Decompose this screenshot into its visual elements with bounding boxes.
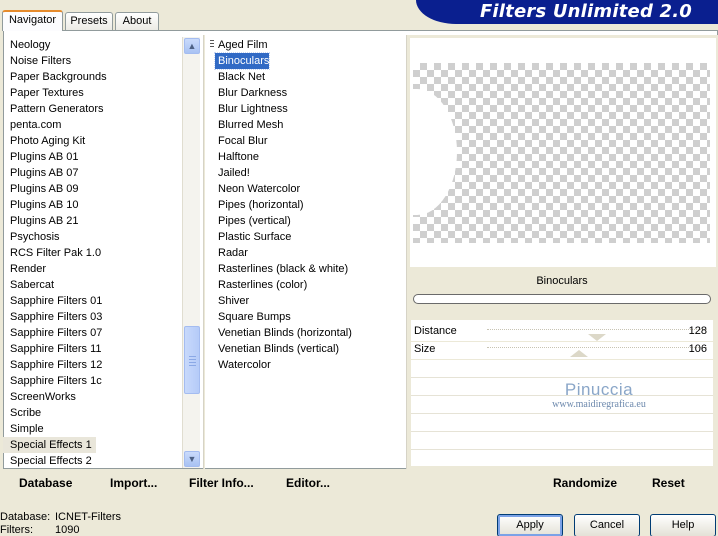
category-list-item[interactable]: Special Effects 1 [3, 437, 96, 453]
watermark-url: www.maidiregrafica.eu [552, 399, 646, 410]
filter-list-item[interactable]: Blur Darkness [215, 85, 287, 101]
category-list-item[interactable]: Pattern Generators [3, 101, 104, 117]
filter-list-item[interactable]: Blurred Mesh [215, 117, 283, 133]
filter-list-item[interactable]: Pipes (horizontal) [215, 197, 304, 213]
category-list[interactable]: Neology Noise Filters Paper Backgrounds Pap… [3, 36, 183, 468]
category-list-item[interactable]: Sapphire Filters 03 [3, 309, 102, 325]
filter-list-item[interactable]: Rasterlines (color) [215, 277, 307, 293]
title-banner: Filters Unlimited 2.0 [416, 0, 718, 24]
parameter-value: 128 [688, 325, 707, 337]
filters-count-label: Filters: [0, 524, 33, 536]
tab-presets[interactable]: Presets [65, 12, 113, 30]
parameter-label: Size [414, 343, 436, 355]
binocular-mask-shape [413, 89, 457, 215]
parameter-value: 106 [688, 343, 707, 355]
filters-count-value: 1090 [55, 524, 80, 536]
category-list-item[interactable]: Psychosis [3, 229, 96, 245]
category-list-item[interactable]: Plugins AB 07 [3, 165, 96, 181]
database-status-label: Database: [0, 511, 51, 523]
filter-list-item[interactable]: Jailed! [215, 165, 250, 181]
reset-button[interactable]: Reset [652, 475, 685, 491]
filter-list-item[interactable]: Radar [215, 245, 248, 261]
scroll-up-button[interactable]: ▲ [184, 38, 200, 54]
randomize-button[interactable]: Randomize [553, 475, 617, 491]
category-list-item[interactable]: Plugins AB 09 [3, 181, 96, 197]
app-title: Filters Unlimited 2.0 [479, 1, 692, 22]
filter-list-item[interactable]: Neon Watercolor [215, 181, 300, 197]
category-list-item[interactable]: Sapphire Filters 12 [3, 357, 102, 373]
category-list-item[interactable]: Noise Filters [3, 53, 96, 69]
filter-list-item[interactable]: Shiver [215, 293, 249, 309]
panel-divider[interactable] [203, 35, 205, 469]
filter-list-item[interactable]: Halftone [215, 149, 259, 165]
category-list-item[interactable]: Sabercat [3, 277, 96, 293]
category-list-item[interactable]: ScreenWorks [3, 389, 96, 405]
selected-filter-name: Binoculars [536, 275, 588, 287]
filter-info-button[interactable]: Filter Info... [189, 475, 254, 491]
watermark-name: Pinuccia [564, 380, 634, 399]
parameter-label: Distance [414, 325, 457, 337]
cancel-button[interactable]: Cancel [574, 514, 640, 536]
filter-list-item[interactable]: Rasterlines (black & white) [215, 261, 348, 277]
filter-list-item[interactable]: Blur Lightness [215, 101, 288, 117]
filter-list-item[interactable]: Watercolor [215, 357, 271, 373]
category-list-item[interactable]: Neology [3, 37, 96, 53]
category-list-item[interactable]: Scribe [3, 405, 96, 421]
category-list-item[interactable]: Plugins AB 10 [3, 197, 96, 213]
import-button[interactable]: Import... [110, 475, 157, 491]
category-list-item[interactable]: Render [3, 261, 96, 277]
preview-image [413, 63, 710, 243]
slider-track [487, 347, 707, 348]
category-list-item[interactable]: Paper Textures [3, 85, 96, 101]
filter-list-item[interactable]: Pipes (vertical) [215, 213, 291, 229]
category-list-item[interactable]: Plugins AB 21 [3, 213, 96, 229]
category-list-item[interactable]: Sapphire Filters 11 [3, 341, 102, 357]
status-info: Database: ICNET-Filters Filters: 1090 [0, 511, 121, 536]
category-list-item[interactable]: Plugins AB 01 [3, 149, 96, 165]
filter-list-item[interactable]: Black Net [215, 69, 265, 85]
filter-list-item[interactable]: Focal Blur [215, 133, 268, 149]
scroll-down-button[interactable]: ▼ [184, 451, 200, 467]
editor-button[interactable]: Editor... [286, 475, 330, 491]
filter-list-item[interactable]: Square Bumps [215, 309, 291, 325]
empty-parameter-row [411, 432, 713, 450]
tab-about[interactable]: About [115, 12, 159, 30]
category-list-item[interactable]: Sapphire Filters 07 [3, 325, 102, 341]
empty-parameter-row [411, 360, 713, 378]
category-list-item[interactable]: Photo Aging Kit [3, 133, 96, 149]
parameter-row-size[interactable]: Size 106 [411, 342, 713, 360]
category-list-item[interactable]: Simple [3, 421, 96, 437]
category-list-item[interactable]: penta.com [3, 117, 96, 133]
category-list-item[interactable]: Paper Backgrounds [3, 69, 107, 85]
distance-slider-thumb[interactable] [588, 334, 606, 341]
category-list-item[interactable]: Sapphire Filters 1c [3, 373, 102, 389]
watermark: Pinuccia www.maidiregrafica.eu [540, 380, 658, 411]
database-button[interactable]: Database [19, 475, 72, 491]
category-list-item[interactable]: RCS Filter Pak 1.0 [3, 245, 101, 261]
category-list-item[interactable]: Sapphire Filters 01 [3, 293, 102, 309]
slider-track [487, 329, 707, 330]
tab-strip: Navigator Presets About [0, 0, 420, 31]
apply-button[interactable]: Apply [497, 514, 563, 536]
progress-bar [413, 294, 711, 304]
filter-list-item[interactable]: Binoculars [213, 52, 271, 70]
tab-navigator[interactable]: Navigator [2, 10, 63, 31]
size-slider-thumb[interactable] [570, 350, 589, 357]
empty-parameter-row [411, 414, 713, 432]
filter-list-item[interactable]: Plastic Surface [215, 229, 291, 245]
category-list-item[interactable]: Special Effects 2 [3, 453, 96, 468]
filter-list-item[interactable]: Venetian Blinds (horizontal) [215, 325, 352, 341]
database-status-value: ICNET-Filters [55, 511, 121, 523]
scroll-thumb[interactable] [184, 326, 200, 394]
filter-list[interactable]: Aged Film Binoculars Black Net Blur Darknes… [210, 36, 405, 468]
filter-list-item[interactable]: Venetian Blinds (vertical) [215, 341, 339, 357]
filter-list-item[interactable]: Aged Film [215, 37, 268, 53]
parameter-row-distance[interactable]: Distance 128 [411, 324, 713, 342]
category-scrollbar[interactable]: ▲ ▼ [182, 37, 200, 468]
help-button[interactable]: Help [650, 514, 716, 536]
